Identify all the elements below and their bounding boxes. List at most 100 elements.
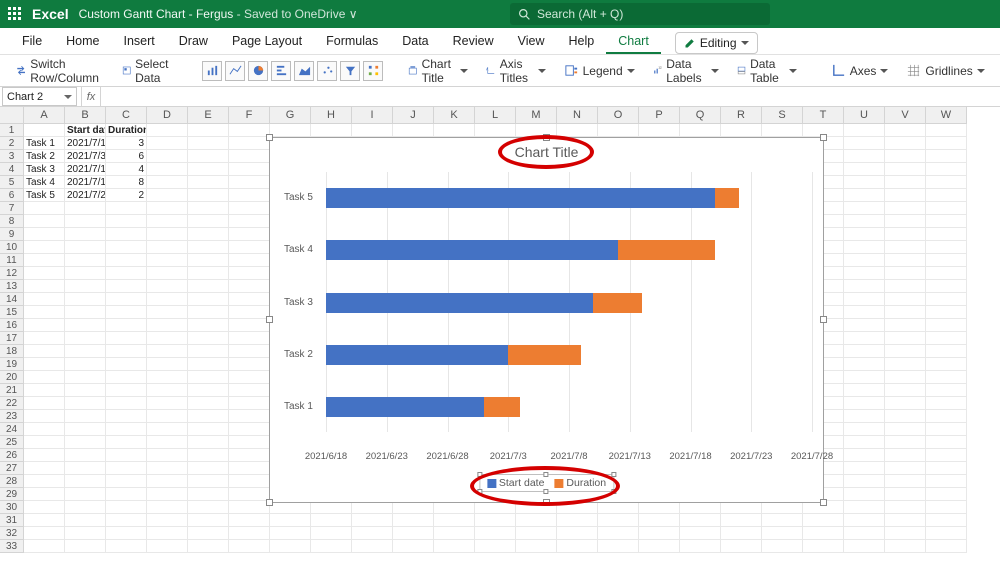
cell[interactable] <box>352 540 393 553</box>
row-header[interactable]: 30 <box>0 501 24 514</box>
data-table-button[interactable]: Data Table <box>731 55 803 87</box>
cell[interactable] <box>885 306 926 319</box>
row-header[interactable]: 11 <box>0 254 24 267</box>
cell[interactable]: 8 <box>106 176 147 189</box>
cell[interactable] <box>885 514 926 527</box>
bar-start-date[interactable] <box>326 240 618 260</box>
cell[interactable] <box>24 293 65 306</box>
cell[interactable] <box>844 124 885 137</box>
cell[interactable] <box>844 202 885 215</box>
bar-start-date[interactable] <box>326 293 593 313</box>
cell[interactable] <box>926 189 967 202</box>
cell[interactable] <box>65 436 106 449</box>
cell[interactable] <box>188 254 229 267</box>
column-header[interactable]: N <box>557 107 598 124</box>
cell[interactable] <box>229 384 270 397</box>
cell[interactable] <box>24 397 65 410</box>
cell[interactable] <box>926 358 967 371</box>
select-all-corner[interactable] <box>0 107 24 124</box>
cell[interactable] <box>65 501 106 514</box>
cell[interactable] <box>721 124 762 137</box>
cell[interactable] <box>229 280 270 293</box>
row-header[interactable]: 18 <box>0 345 24 358</box>
cell[interactable] <box>229 501 270 514</box>
cell[interactable]: 2021/7/1 <box>65 137 106 150</box>
resize-handle-n[interactable] <box>543 134 550 141</box>
cell[interactable] <box>24 371 65 384</box>
cell[interactable]: 2021/7/20 <box>65 189 106 202</box>
cell[interactable] <box>24 280 65 293</box>
cell[interactable] <box>844 475 885 488</box>
cell[interactable] <box>229 293 270 306</box>
row-header[interactable]: 31 <box>0 514 24 527</box>
cell[interactable] <box>65 540 106 553</box>
row-header[interactable]: 6 <box>0 189 24 202</box>
cell[interactable] <box>24 241 65 254</box>
cell[interactable] <box>65 202 106 215</box>
cell[interactable] <box>393 124 434 137</box>
app-launcher-icon[interactable] <box>6 5 24 23</box>
column-header[interactable]: J <box>393 107 434 124</box>
cell[interactable] <box>65 332 106 345</box>
column-header[interactable]: C <box>106 107 147 124</box>
resize-handle-se[interactable] <box>820 499 827 506</box>
row-header[interactable]: 9 <box>0 228 24 241</box>
cell[interactable] <box>106 319 147 332</box>
row-header[interactable]: 27 <box>0 462 24 475</box>
cell[interactable] <box>65 488 106 501</box>
cell[interactable] <box>24 254 65 267</box>
cell[interactable] <box>639 514 680 527</box>
cell[interactable] <box>434 540 475 553</box>
cell[interactable] <box>106 423 147 436</box>
cell[interactable] <box>147 163 188 176</box>
data-labels-button[interactable]: 12 Data Labels <box>647 55 725 87</box>
spreadsheet-grid[interactable]: ABCDEFGHIJKLMNOPQRSTUVW 1Start dateDurat… <box>0 107 1000 563</box>
cell[interactable] <box>229 475 270 488</box>
cell[interactable] <box>844 397 885 410</box>
cell[interactable] <box>680 527 721 540</box>
cell[interactable] <box>926 137 967 150</box>
formula-input[interactable] <box>101 87 1000 106</box>
cell[interactable] <box>680 540 721 553</box>
select-data-button[interactable]: Select Data <box>116 55 180 87</box>
tab-insert[interactable]: Insert <box>112 30 167 54</box>
cell[interactable] <box>844 254 885 267</box>
column-header[interactable]: L <box>475 107 516 124</box>
cell[interactable] <box>844 176 885 189</box>
cell[interactable] <box>885 475 926 488</box>
cell[interactable] <box>65 397 106 410</box>
legend-handle[interactable] <box>477 472 482 477</box>
cell[interactable] <box>24 124 65 137</box>
chart-title-button[interactable]: Chart Title <box>402 55 474 87</box>
column-header[interactable]: K <box>434 107 475 124</box>
cell[interactable]: 2021/7/12 <box>65 176 106 189</box>
row-header[interactable]: 2 <box>0 137 24 150</box>
cell[interactable] <box>65 319 106 332</box>
cell[interactable] <box>270 124 311 137</box>
cell[interactable] <box>188 423 229 436</box>
cell[interactable] <box>885 202 926 215</box>
cell[interactable] <box>885 540 926 553</box>
row-header[interactable]: 32 <box>0 527 24 540</box>
cell[interactable] <box>147 540 188 553</box>
cell[interactable] <box>926 436 967 449</box>
cell[interactable] <box>24 436 65 449</box>
cell[interactable] <box>147 397 188 410</box>
cell[interactable]: 2021/7/10 <box>65 163 106 176</box>
cell[interactable] <box>475 540 516 553</box>
cell[interactable] <box>147 514 188 527</box>
cell[interactable] <box>762 527 803 540</box>
cell[interactable] <box>844 137 885 150</box>
cell[interactable] <box>106 267 147 280</box>
legend-button[interactable]: Legend <box>558 61 641 80</box>
resize-handle-s[interactable] <box>543 499 550 506</box>
cell[interactable] <box>24 475 65 488</box>
cell[interactable] <box>188 163 229 176</box>
row-header[interactable]: 16 <box>0 319 24 332</box>
cell[interactable] <box>65 293 106 306</box>
cell[interactable] <box>65 527 106 540</box>
cell[interactable]: Task 2 <box>24 150 65 163</box>
tab-page-layout[interactable]: Page Layout <box>220 30 314 54</box>
row-header[interactable]: 21 <box>0 384 24 397</box>
cell[interactable] <box>516 527 557 540</box>
